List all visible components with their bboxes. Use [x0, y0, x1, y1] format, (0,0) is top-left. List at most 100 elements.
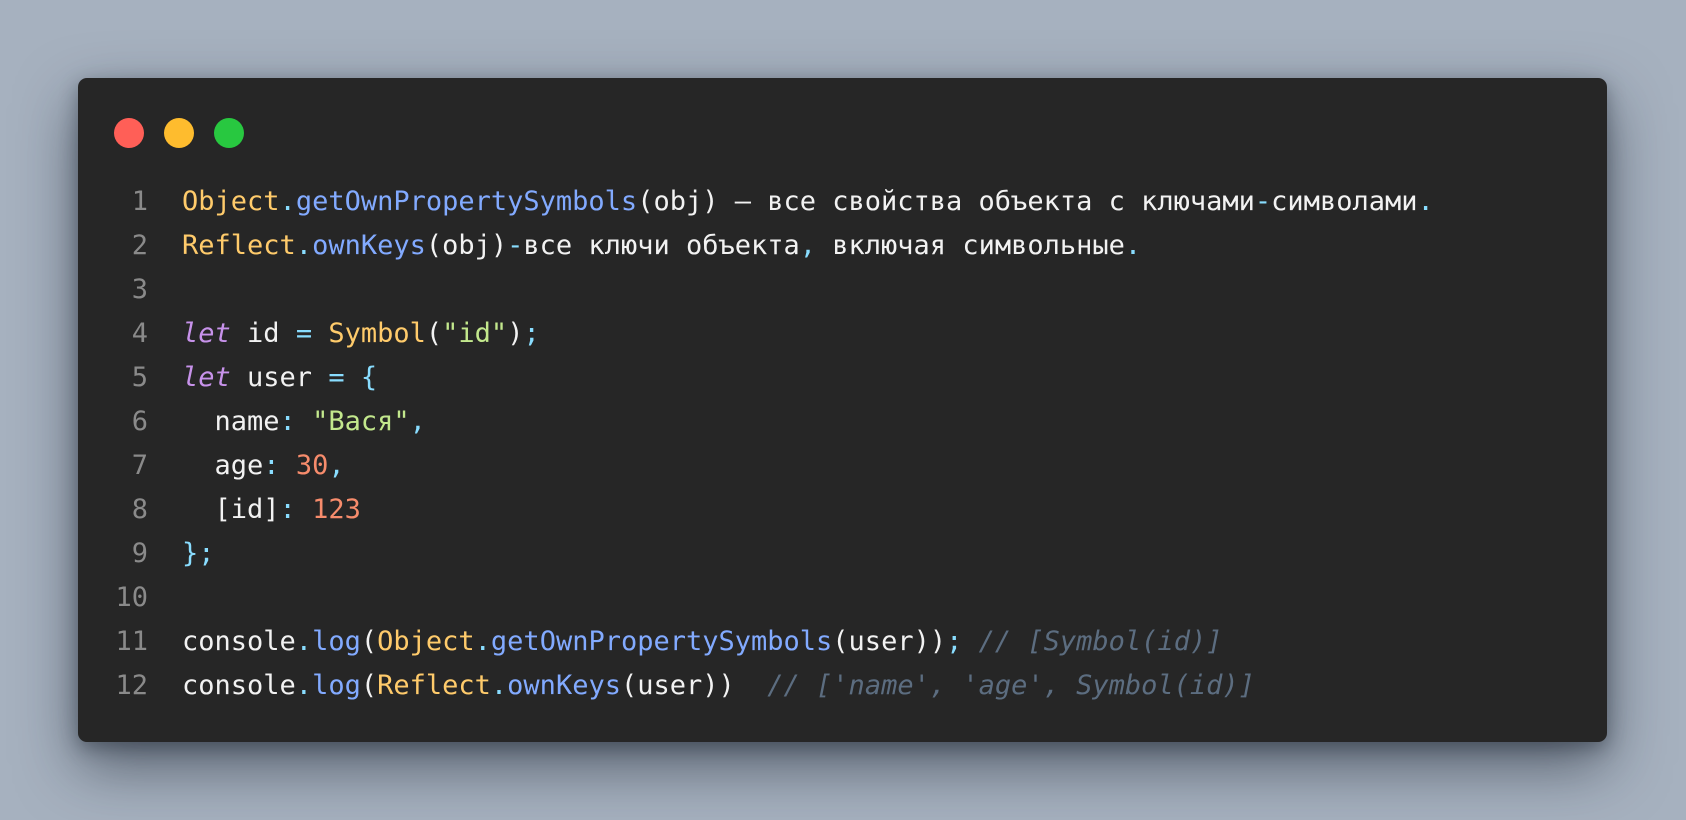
line-number: 1 — [131, 186, 148, 217]
code-text: console.log(Reflect.ownKeys(user)) // ['… — [182, 664, 1255, 708]
code-token-plain: age — [182, 450, 264, 481]
code-line: 10 — [78, 576, 1607, 620]
code-text: age: 30, — [182, 444, 345, 488]
line-number: 8 — [131, 494, 148, 525]
code-token-method: log — [312, 626, 361, 657]
code-text: name: "Вася", — [182, 400, 426, 444]
code-token-keyword: let — [182, 318, 231, 349]
code-token-class: Reflect — [182, 230, 296, 261]
code-token-punct: . — [295, 670, 313, 701]
code-line: 2 Reflect.ownKeys(obj)-все ключи объекта,… — [78, 224, 1607, 268]
code-token-punct: , — [328, 450, 345, 481]
code-token-plain: ( — [360, 670, 378, 701]
code-token-punct: : — [263, 450, 280, 481]
code-token-plain: console — [182, 670, 296, 701]
code-token-class: Object — [182, 186, 280, 217]
code-token-punct: { — [360, 362, 378, 393]
code-token-method: getOwnPropertySymbols — [295, 186, 638, 217]
code-token-plain: ( — [425, 318, 443, 349]
code-text: let user = { — [182, 356, 377, 400]
code-token-plain: (user)) — [620, 670, 768, 701]
code-token-class: Reflect — [377, 670, 491, 701]
code-line: 3 — [78, 268, 1607, 312]
code-line: 12 console.log(Reflect.ownKeys(user)) // … — [78, 664, 1607, 708]
code-token-punct: - — [1254, 186, 1272, 217]
line-number: 2 — [131, 230, 148, 261]
code-line: 9}; — [78, 532, 1607, 576]
code-token-punct: . — [1417, 186, 1434, 217]
code-token-plain: console — [182, 626, 296, 657]
code-token-number: 30 — [295, 450, 329, 481]
code-token-method: ownKeys — [312, 230, 426, 261]
code-text: let id = Symbol("id"); — [182, 312, 540, 356]
code-token-plain: символами — [1271, 186, 1418, 217]
maximize-button[interactable] — [214, 118, 244, 148]
close-button[interactable] — [114, 118, 144, 148]
code-line: 6 name: "Вася", — [78, 400, 1607, 444]
code-token-comment: // [Symbol(id)] — [978, 626, 1223, 657]
code-block: 1 Object.getOwnPropertySymbols(obj) – все… — [78, 180, 1607, 708]
code-window: 1 Object.getOwnPropertySymbols(obj) – все… — [78, 78, 1607, 742]
line-number: 10 — [115, 582, 148, 613]
code-token-punct: : — [279, 494, 296, 525]
code-token-punct: . — [295, 230, 313, 261]
code-token-punct: , — [799, 230, 817, 261]
code-token-keyword: let — [182, 362, 231, 393]
code-token-method: log — [312, 670, 361, 701]
code-token-plain: ( — [360, 626, 378, 657]
code-token-punct: . — [295, 626, 313, 657]
code-token-punct: . — [1124, 230, 1142, 261]
code-token-class: Symbol — [328, 318, 426, 349]
line-number: 5 — [131, 362, 148, 393]
code-token-punct: : — [279, 406, 296, 437]
code-token-comment: // ['name', 'age', Symbol(id)] — [767, 670, 1255, 701]
code-token-punct: = — [295, 318, 313, 349]
code-token-plain: [id] — [182, 494, 280, 525]
line-number: 9 — [131, 538, 148, 569]
code-token-method: ownKeys — [507, 670, 621, 701]
code-token-plain: все ключи объекта — [523, 230, 800, 261]
line-number: 7 — [131, 450, 148, 481]
code-token-plain: (obj) – все свойства объекта с ключами — [637, 186, 1255, 217]
code-text: Reflect.ownKeys(obj)-все ключи объекта, … — [182, 224, 1141, 268]
code-token-punct: . — [490, 670, 508, 701]
code-token-punct: ; — [523, 318, 540, 349]
code-token-string: "id" — [442, 318, 508, 349]
code-token-plain: name — [182, 406, 280, 437]
code-token-punct: ; — [946, 626, 963, 657]
code-token-punct: . — [279, 186, 296, 217]
code-line: 4 let id = Symbol("id"); — [78, 312, 1607, 356]
code-token-plain: ) — [507, 318, 524, 349]
code-line: 5 let user = { — [78, 356, 1607, 400]
code-token-number: 123 — [312, 494, 361, 525]
window-controls — [114, 118, 244, 148]
code-line: 7 age: 30, — [78, 444, 1607, 488]
code-line: 11 console.log(Object.getOwnPropertySymbo… — [78, 620, 1607, 664]
code-line: 1 Object.getOwnPropertySymbols(obj) – все… — [78, 180, 1607, 224]
code-text: Object.getOwnPropertySymbols(obj) – все … — [182, 180, 1434, 224]
line-number: 11 — [115, 626, 148, 657]
code-text: console.log(Object.getOwnPropertySymbols… — [182, 620, 1222, 664]
line-number: 12 — [115, 670, 148, 701]
code-line: 8 [id]: 123 — [78, 488, 1607, 532]
code-token-plain: (obj) — [425, 230, 508, 261]
line-number: 4 — [131, 318, 148, 349]
minimize-button[interactable] — [164, 118, 194, 148]
code-token-plain: (user)) — [832, 626, 947, 657]
code-token-class: Object — [377, 626, 475, 657]
code-token-plain: user — [230, 362, 329, 393]
code-token-punct: . — [474, 626, 491, 657]
code-token-punct: , — [409, 406, 426, 437]
code-token-plain: id — [230, 318, 296, 349]
code-token-string: "Вася" — [312, 406, 410, 437]
code-token-punct: - — [507, 230, 524, 261]
code-text: [id]: 123 — [182, 488, 361, 532]
code-text: }; — [182, 532, 215, 576]
code-token-plain: включая символьные — [816, 230, 1125, 261]
